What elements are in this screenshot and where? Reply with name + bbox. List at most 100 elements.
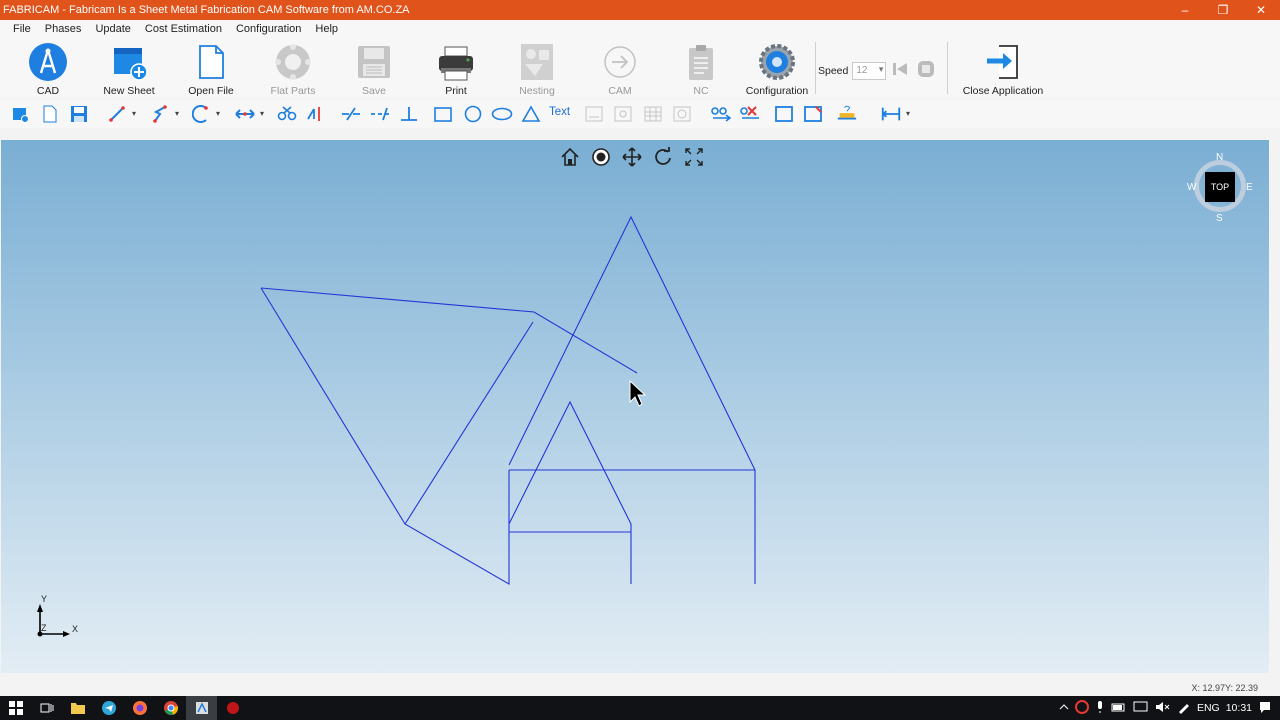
menu-phases[interactable]: Phases: [38, 23, 89, 35]
speed-select[interactable]: 12: [852, 61, 887, 80]
pen-icon[interactable]: [1177, 700, 1191, 717]
app-red-icon[interactable]: [217, 696, 248, 720]
minimize-button[interactable]: –: [1166, 0, 1204, 20]
cursor-coordinates: X: 12.97Y: 22.39: [1191, 683, 1258, 693]
delete-join-icon[interactable]: [739, 103, 761, 125]
trim-icon[interactable]: [304, 103, 326, 125]
nesting-button[interactable]: Nesting: [497, 42, 577, 98]
split-line-icon[interactable]: [369, 103, 391, 125]
drawn-line[interactable]: [404, 321, 534, 525]
ribbon-divider: [947, 42, 948, 94]
ribbon: CAD New Sheet Open File Flat Parts Save …: [0, 38, 1280, 98]
new-file-icon[interactable]: [39, 103, 61, 125]
volume-muted-icon[interactable]: [1155, 700, 1171, 717]
array-icon[interactable]: [642, 103, 664, 125]
gear-icon: [757, 42, 797, 82]
system-tray: ENG 10:31: [1059, 696, 1280, 720]
axis-x-label: X: [72, 624, 79, 634]
clock[interactable]: 10:31: [1226, 702, 1252, 714]
menu-file[interactable]: File: [6, 23, 38, 35]
microphone-icon[interactable]: [1095, 700, 1105, 717]
chamfer-icon[interactable]: [802, 103, 824, 125]
new-sheet-button[interactable]: New Sheet: [89, 42, 169, 98]
scissors-icon[interactable]: [276, 103, 298, 125]
language-indicator[interactable]: ENG: [1197, 702, 1220, 714]
cad-button[interactable]: CAD: [8, 42, 88, 98]
windows-start-icon[interactable]: [0, 696, 31, 720]
menu-update[interactable]: Update: [88, 23, 137, 35]
menu-help[interactable]: Help: [308, 23, 345, 35]
compass-drafting-icon: [28, 42, 68, 82]
step-back-icon[interactable]: [890, 60, 910, 81]
floppy-disk-icon: [354, 42, 394, 82]
menu-cost-estimation[interactable]: Cost Estimation: [138, 23, 229, 35]
file-explorer-icon[interactable]: [62, 696, 93, 720]
chrome-icon[interactable]: [155, 696, 186, 720]
flat-parts-label: Flat Parts: [270, 85, 316, 97]
restore-button[interactable]: ❐: [1204, 0, 1242, 20]
axis-indicator: Y X Z: [33, 594, 93, 644]
drawing-canvas[interactable]: N S W E TOP Y X Z: [1, 140, 1269, 673]
configuration-button[interactable]: Configuration: [737, 42, 817, 98]
nesting-label: Nesting: [519, 85, 555, 97]
stop-icon[interactable]: [914, 60, 936, 81]
axis-z-label: Z: [41, 623, 47, 633]
pattern-icon[interactable]: [671, 103, 693, 125]
save-icon[interactable]: [68, 103, 90, 125]
display-icon[interactable]: [1133, 700, 1149, 717]
save-label: Save: [362, 85, 386, 97]
extend-line-icon[interactable]: ▾: [234, 103, 264, 125]
nc-button[interactable]: NC: [661, 42, 741, 98]
circle-tool-icon[interactable]: [462, 103, 484, 125]
measure-icon[interactable]: [836, 103, 858, 125]
break-line-icon[interactable]: [340, 103, 362, 125]
polyline-tool-icon[interactable]: ▾: [149, 103, 179, 125]
speed-label: Speed: [818, 64, 849, 77]
scale-icon[interactable]: [612, 103, 634, 125]
drawn-line[interactable]: [260, 287, 638, 374]
open-file-label: Open File: [188, 85, 234, 97]
flat-parts-icon: [273, 42, 313, 82]
save-button[interactable]: Save: [334, 42, 414, 98]
line-tool-icon[interactable]: ▾: [106, 103, 136, 125]
exit-door-icon: [983, 42, 1023, 82]
nesting-icon: [517, 42, 557, 82]
triangle-tool-icon[interactable]: [520, 103, 542, 125]
arrow-right-circle-icon: [600, 42, 640, 82]
new-sheet-label: New Sheet: [103, 85, 155, 97]
close-application-button[interactable]: Close Application: [963, 42, 1043, 98]
square-icon[interactable]: [773, 103, 795, 125]
cam-label: CAM: [608, 85, 632, 97]
firefox-icon[interactable]: [124, 696, 155, 720]
task-view-icon[interactable]: [31, 696, 62, 720]
speed-control: Speed 12: [818, 60, 936, 81]
perpendicular-icon[interactable]: [398, 103, 420, 125]
fabricam-taskbar-icon[interactable]: [186, 696, 217, 720]
text-tool[interactable]: Text: [549, 106, 570, 118]
window-title: FABRICAM - Fabricam Is a Sheet Metal Fab…: [3, 4, 410, 16]
drawn-line[interactable]: [508, 400, 632, 584]
image-frame-icon[interactable]: [583, 103, 605, 125]
drawn-line[interactable]: [260, 287, 510, 585]
chevron-up-icon[interactable]: [1059, 702, 1069, 715]
print-button[interactable]: Print: [416, 42, 496, 98]
notification-icon[interactable]: [1258, 700, 1272, 717]
close-button[interactable]: ✕: [1242, 0, 1280, 20]
menu-configuration[interactable]: Configuration: [229, 23, 308, 35]
tray-app-icon[interactable]: [1074, 699, 1089, 717]
flat-parts-button[interactable]: Flat Parts: [253, 42, 333, 98]
join-icon[interactable]: [710, 103, 732, 125]
ellipse-tool-icon[interactable]: [491, 103, 513, 125]
printer-icon: [436, 42, 476, 82]
layers-icon[interactable]: [9, 103, 31, 125]
windows-taskbar: ENG 10:31: [0, 696, 1280, 720]
dimension-icon[interactable]: ▾: [880, 103, 910, 125]
cam-button[interactable]: CAM: [580, 42, 660, 98]
arc-tool-icon[interactable]: ▾: [190, 103, 220, 125]
telegram-icon[interactable]: [93, 696, 124, 720]
configuration-label: Configuration: [745, 85, 809, 97]
rectangle-tool-icon[interactable]: [432, 103, 454, 125]
battery-icon[interactable]: [1111, 700, 1127, 717]
menu-bar: File Phases Update Cost Estimation Confi…: [0, 20, 1280, 38]
open-file-button[interactable]: Open File: [171, 42, 251, 98]
